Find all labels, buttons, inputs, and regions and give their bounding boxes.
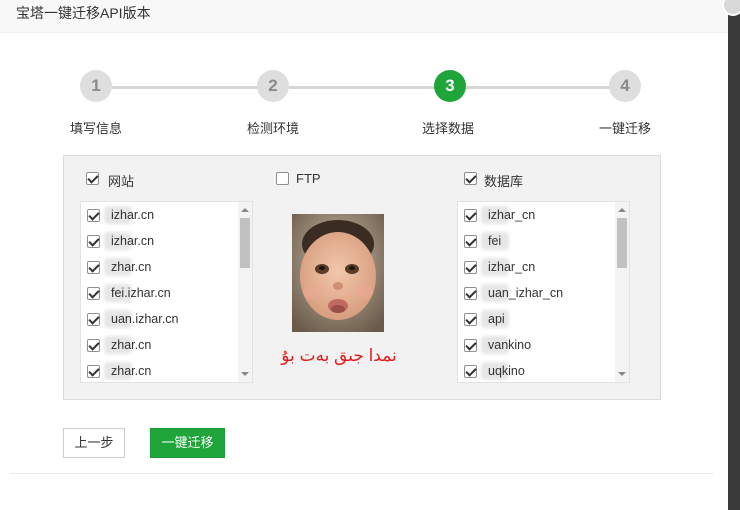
site-name: izhar.cn (111, 234, 155, 248)
step-1-circle: 1 (80, 70, 112, 102)
scroll-up-icon[interactable] (241, 208, 249, 212)
database-checkbox[interactable] (464, 235, 477, 248)
database-checkbox[interactable] (464, 261, 477, 274)
sites-label: 网站 (108, 174, 135, 189)
sites-scrollbar[interactable] (238, 202, 252, 382)
site-name: zhar.cn (111, 364, 152, 378)
ftp-label: FTP (296, 171, 321, 186)
site-checkbox[interactable] (87, 235, 100, 248)
scroll-down-icon[interactable] (618, 372, 626, 376)
site-name: uan.izhar.cn (111, 312, 179, 326)
site-checkbox[interactable] (87, 287, 100, 300)
step-connector (112, 86, 258, 89)
photo-caption: نمدا جىق بەت بۇ (281, 346, 397, 365)
database-checkbox[interactable] (464, 339, 477, 352)
step-1-label: 填写信息 (70, 121, 123, 136)
site-name: fei.izhar.cn (111, 286, 171, 300)
databases-list[interactable]: izhar_cn fei izhar_cn uan_izhar_cn api v… (457, 201, 630, 383)
database-name: api (488, 312, 505, 326)
one-click-migrate-button[interactable]: 一键迁移 (150, 428, 225, 458)
site-name: zhar.cn (111, 260, 152, 274)
migration-dialog: 宝塔一键迁移API版本 1 2 3 4 填写信息 检测环境 选择数据 一键迁移 … (0, 0, 728, 510)
scroll-down-icon[interactable] (241, 372, 249, 376)
site-checkbox[interactable] (87, 209, 100, 222)
step-4-circle: 4 (609, 70, 641, 102)
scroll-up-icon[interactable] (618, 208, 626, 212)
crying-baby-photo (292, 214, 384, 332)
databases-label: 数据库 (484, 174, 524, 189)
database-checkbox[interactable] (464, 287, 477, 300)
footer-divider (10, 473, 714, 474)
database-name: uan_izhar_cn (488, 286, 564, 300)
dialog-title: 宝塔一键迁移API版本 (16, 5, 151, 21)
previous-step-button[interactable]: 上一步 (63, 428, 125, 458)
scroll-thumb[interactable] (617, 218, 627, 268)
database-name: fei (488, 234, 502, 248)
database-checkbox[interactable] (464, 313, 477, 326)
database-name: izhar_cn (488, 260, 536, 274)
databases-select-all-checkbox[interactable] (464, 172, 477, 185)
database-name: izhar_cn (488, 208, 536, 222)
database-name: uqkino (488, 364, 525, 378)
step-2-label: 检测环境 (247, 121, 300, 136)
step-connector (466, 86, 610, 89)
scroll-thumb[interactable] (240, 218, 250, 268)
database-name: vankino (488, 338, 532, 352)
data-selection-panel: 网站 FTP 数据库 izhar.cn izhar.cn zhar.cn fei… (63, 155, 661, 400)
step-3-circle: 3 (434, 70, 466, 102)
background-overlay (728, 0, 740, 510)
site-name: izhar.cn (111, 208, 155, 222)
step-3-label: 选择数据 (422, 121, 475, 136)
site-checkbox[interactable] (87, 339, 100, 352)
databases-scrollbar[interactable] (615, 202, 629, 382)
site-name: zhar.cn (111, 338, 152, 352)
step-2-circle: 2 (257, 70, 289, 102)
site-checkbox[interactable] (87, 261, 100, 274)
step-4-label: 一键迁移 (599, 121, 652, 136)
sites-list[interactable]: izhar.cn izhar.cn zhar.cn fei.izhar.cn u… (80, 201, 253, 383)
database-checkbox[interactable] (464, 209, 477, 222)
step-connector (289, 86, 435, 89)
ftp-checkbox[interactable] (276, 172, 289, 185)
sites-select-all-checkbox[interactable] (86, 172, 99, 185)
dialog-titlebar: 宝塔一键迁移API版本 (0, 0, 728, 33)
site-checkbox[interactable] (87, 313, 100, 326)
site-checkbox[interactable] (87, 365, 100, 378)
database-checkbox[interactable] (464, 365, 477, 378)
